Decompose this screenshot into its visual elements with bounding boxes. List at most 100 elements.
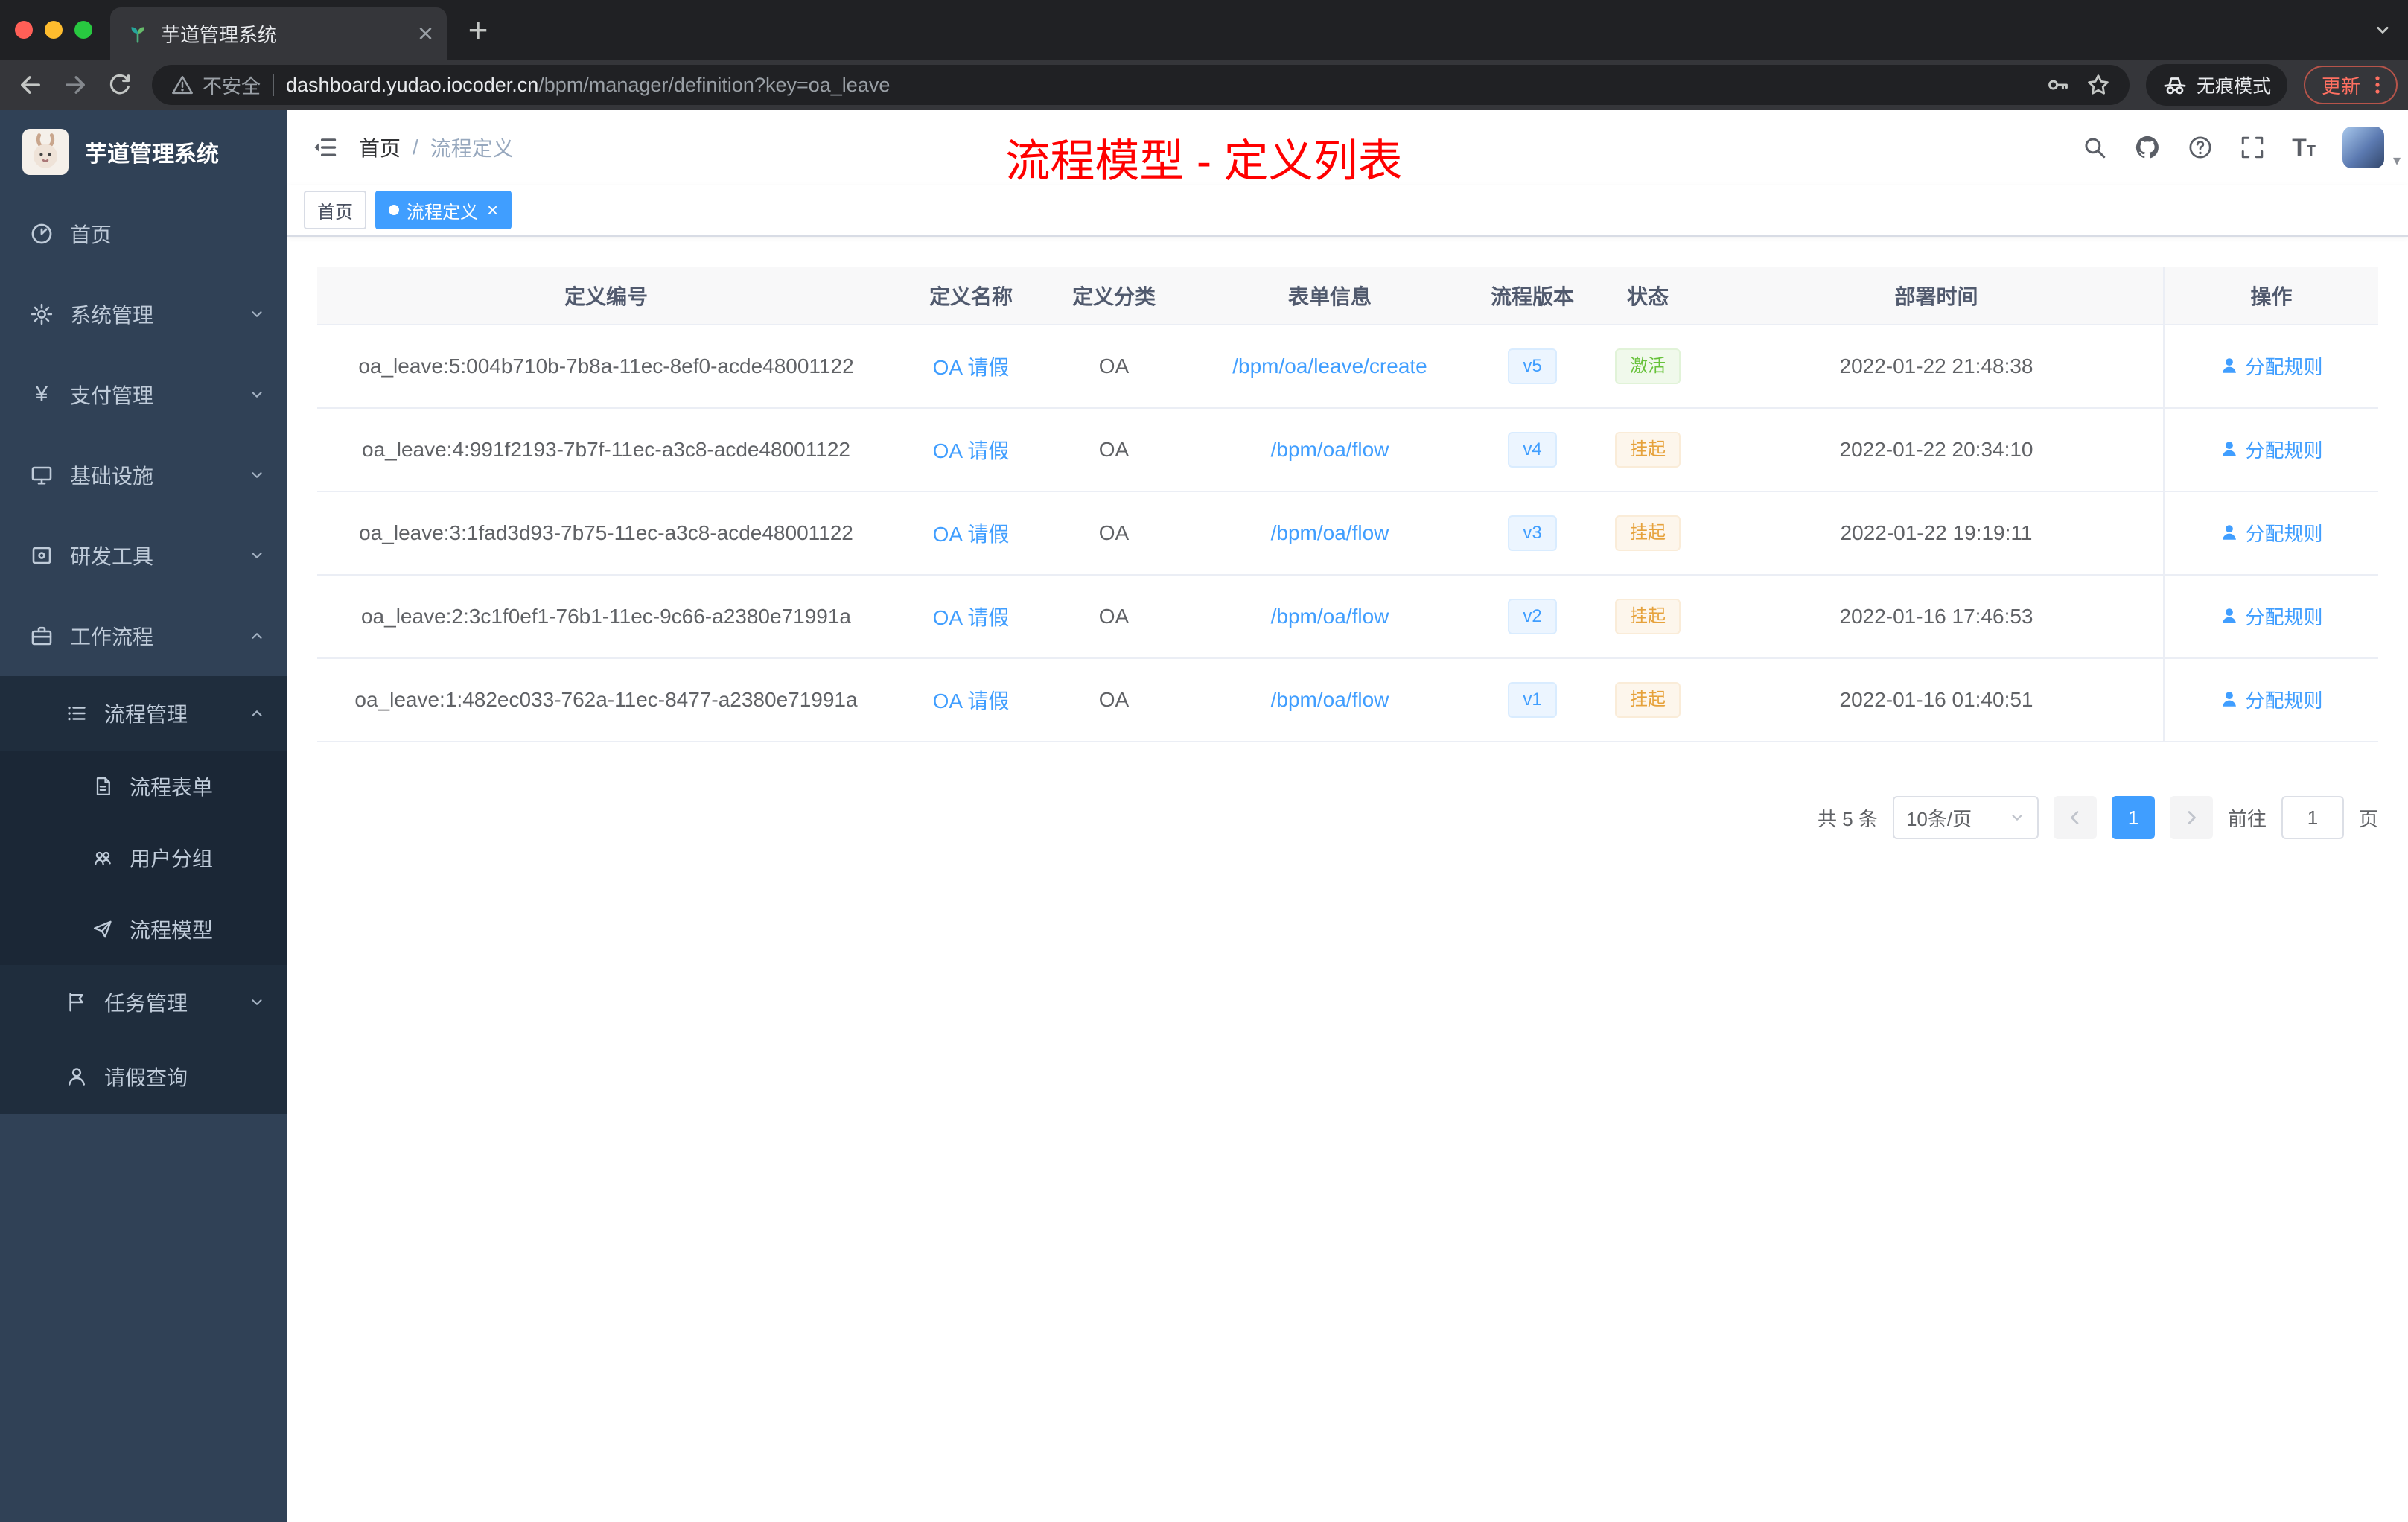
sidebar-item-user-group[interactable]: 用户分组 [0, 822, 287, 894]
browser-update-button[interactable]: 更新 [2303, 66, 2398, 104]
column-header-name: 定义名称 [895, 267, 1047, 325]
sidebar-item-payment[interactable]: ¥ 支付管理 [0, 354, 287, 435]
sidebar-item-process-form[interactable]: 流程表单 [0, 751, 287, 822]
browser-tab[interactable]: 芋道管理系统 × [110, 7, 447, 60]
definition-name-link[interactable]: OA 请假 [933, 356, 1010, 379]
dashboard-icon [31, 223, 52, 244]
kebab-menu-icon[interactable] [2366, 74, 2389, 96]
status-badge: 挂起 [1615, 682, 1681, 718]
status-badge: 挂起 [1615, 515, 1681, 551]
form-link[interactable]: /bpm/oa/flow [1271, 521, 1389, 544]
chevron-down-icon [2012, 815, 2022, 821]
definition-name-link[interactable]: OA 请假 [933, 439, 1010, 462]
font-size-icon[interactable]: TT [2292, 134, 2316, 162]
tab-title: 芋道管理系统 [161, 23, 278, 46]
sidebar-item-workflow[interactable]: 工作流程 [0, 596, 287, 676]
sidebar-item-process-management[interactable]: 流程管理 [0, 676, 287, 751]
table-row: oa_leave:3:1fad3d93-7b75-11ec-a3c8-acde4… [317, 491, 2378, 576]
definition-name-link[interactable]: OA 请假 [933, 690, 1010, 713]
form-link[interactable]: /bpm/oa/flow [1271, 688, 1389, 711]
bookmark-star-icon[interactable] [2086, 73, 2110, 97]
status-badge: 挂起 [1615, 432, 1681, 468]
version-badge: v5 [1508, 348, 1557, 384]
flag-icon [69, 993, 83, 1012]
column-header-deploy: 部署时间 [1710, 267, 2164, 325]
definition-table: 定义编号 定义名称 定义分类 表单信息 流程版本 状态 部署时间 操作 oa_l [317, 267, 2378, 742]
form-link[interactable]: /bpm/oa/flow [1271, 438, 1389, 461]
password-key-icon[interactable] [2046, 73, 2070, 97]
fullscreen-icon[interactable] [2240, 135, 2265, 160]
forward-button[interactable] [55, 65, 95, 105]
url-text: dashboard.yudao.iocoder.cn/bpm/manager/d… [286, 74, 890, 97]
definition-name-link[interactable]: OA 请假 [933, 523, 1010, 546]
tag-close-icon[interactable]: × [487, 199, 498, 222]
category-cell: OA [1047, 408, 1181, 492]
logo-avatar [22, 129, 69, 175]
sidebar-item-infrastructure[interactable]: 基础设施 [0, 435, 287, 515]
sidebar-item-task-management[interactable]: 任务管理 [0, 965, 287, 1039]
goto-page-input[interactable] [2281, 796, 2344, 839]
search-icon[interactable] [2082, 135, 2107, 160]
page-number-button[interactable]: 1 [2111, 796, 2155, 839]
pagination: 共 5 条 10条/页 1 前往 页 [317, 796, 2378, 839]
table-row: oa_leave:2:3c1f0ef1-76b1-11ec-9c66-a2380… [317, 575, 2378, 659]
assign-rule-label: 分配规则 [2245, 355, 2323, 378]
column-header-version: 流程版本 [1479, 267, 1586, 325]
new-tab-button[interactable]: + [457, 9, 499, 51]
tags-view: 首页 流程定义 × [287, 185, 2408, 237]
column-header-form: 表单信息 [1181, 267, 1479, 325]
assign-rule-label: 分配规则 [2245, 689, 2323, 712]
active-dot [389, 205, 399, 215]
site-security-chip[interactable]: 不安全 [171, 71, 261, 99]
tab-search-chevron-icon[interactable] [2372, 19, 2393, 40]
breadcrumb-current: 流程定义 [430, 137, 514, 160]
assign-rule-link[interactable]: 分配规则 [2220, 686, 2323, 713]
app-title: 芋道管理系统 [85, 142, 219, 167]
chevron-up-icon [249, 628, 265, 644]
close-window-button[interactable] [15, 21, 33, 39]
incognito-badge[interactable]: 无痕模式 [2145, 64, 2287, 106]
next-page-button[interactable] [2169, 796, 2213, 839]
definition-name-link[interactable]: OA 请假 [933, 606, 1010, 629]
omnibox-actions [2046, 73, 2110, 97]
github-icon[interactable] [2134, 134, 2161, 161]
assign-rule-label: 分配规则 [2245, 522, 2323, 545]
assign-rule-link[interactable]: 分配规则 [2220, 602, 2323, 630]
sidebar-item-devtools[interactable]: 研发工具 [0, 515, 287, 596]
sidebar-item-system[interactable]: 系统管理 [0, 274, 287, 354]
column-header-action: 操作 [2163, 267, 2378, 325]
zoom-window-button[interactable] [74, 21, 92, 39]
form-link[interactable]: /bpm/oa/flow [1271, 605, 1389, 628]
person-icon [2223, 692, 2237, 707]
table-header-row: 定义编号 定义名称 定义分类 表单信息 流程版本 状态 部署时间 操作 [317, 267, 2378, 325]
sidebar-item-leave-query[interactable]: 请假查询 [0, 1039, 287, 1114]
reload-button[interactable] [100, 65, 140, 105]
breadcrumb-home[interactable]: 首页 [359, 133, 401, 162]
prev-page-button[interactable] [2053, 796, 2097, 839]
sidebar-item-home[interactable]: 首页 [0, 194, 287, 274]
status-badge: 挂起 [1615, 599, 1681, 634]
person-icon [2223, 525, 2237, 540]
tag-home[interactable]: 首页 [304, 191, 366, 229]
sidebar-item-process-model[interactable]: 流程模型 [0, 894, 287, 965]
assign-rule-link[interactable]: 分配规则 [2220, 352, 2323, 380]
address-bar[interactable]: 不安全 dashboard.yudao.iocoder.cn/bpm/manag… [152, 65, 2130, 105]
assign-rule-link[interactable]: 分配规则 [2220, 519, 2323, 547]
list-icon [68, 706, 86, 721]
deploy-time-cell: 2022-01-16 17:46:53 [1710, 575, 2164, 659]
user-menu[interactable]: ▾ [2342, 127, 2401, 169]
page-size-select[interactable]: 10条/页 [1892, 796, 2039, 839]
definition-id-cell: oa_leave:1:482ec033-762a-11ec-8477-a2380… [317, 658, 895, 742]
minimize-window-button[interactable] [45, 21, 63, 39]
tag-process-definition[interactable]: 流程定义 × [375, 191, 512, 229]
warning-triangle-icon [172, 75, 193, 95]
sidebar-collapse-icon[interactable] [311, 134, 338, 161]
sidebar: 芋道管理系统 首页 系统管理 ¥ 支付管理 基础设施 研发工具 工作流程 流程管… [0, 110, 287, 1522]
form-link[interactable]: /bpm/oa/leave/create [1232, 354, 1427, 378]
tab-close-icon[interactable]: × [418, 20, 433, 47]
assign-rule-link[interactable]: 分配规则 [2220, 436, 2323, 463]
help-icon[interactable] [2188, 135, 2213, 160]
definition-id-cell: oa_leave:5:004b710b-7b8a-11ec-8ef0-acde4… [317, 325, 895, 409]
back-button[interactable] [10, 65, 51, 105]
app-logo[interactable]: 芋道管理系统 [0, 110, 287, 194]
